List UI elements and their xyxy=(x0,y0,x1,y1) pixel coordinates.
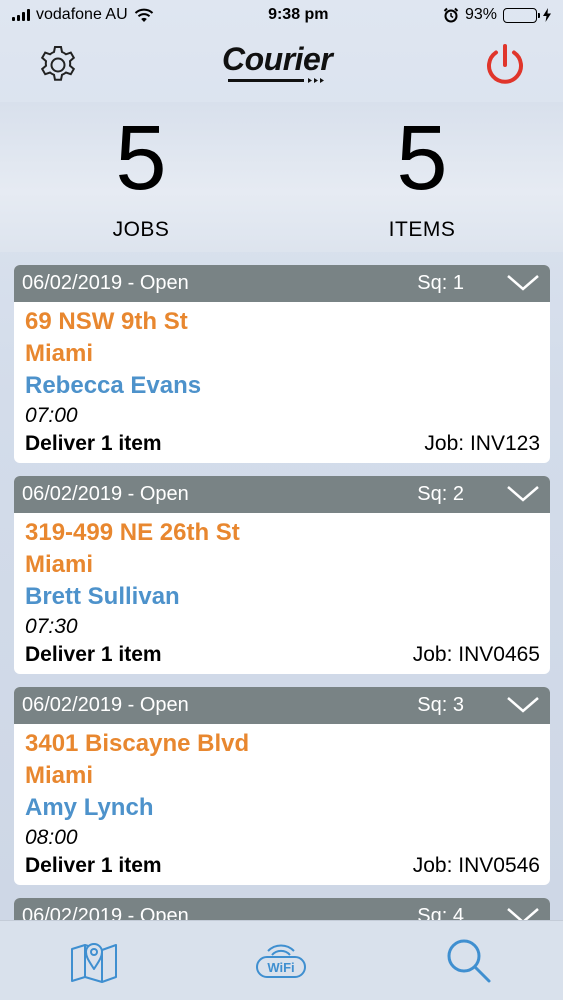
job-sequence: Sq: 4 xyxy=(417,905,464,920)
job-city: Miami xyxy=(25,551,94,578)
status-left: vodafone AU xyxy=(12,6,154,24)
items-stat: 5 ITEMS xyxy=(322,102,522,242)
alarm-icon xyxy=(443,7,459,23)
status-bar: vodafone AU 9:38 pm 93% xyxy=(0,0,563,30)
job-sequence: Sq: 1 xyxy=(417,272,464,294)
courier-logo: Courier xyxy=(222,42,342,88)
job-number: Job: INV0465 xyxy=(412,643,540,666)
job-date-status: 06/02/2019 - Open xyxy=(22,694,189,716)
charging-icon xyxy=(543,8,551,22)
wifi-icon-text: WiFi xyxy=(267,960,294,975)
job-list[interactable]: 06/02/2019 - Open Sq: 1 69 NSW 9th St Mi… xyxy=(14,265,550,920)
job-deliver-count: Deliver 1 item xyxy=(25,854,162,877)
jobs-label: JOBS xyxy=(112,218,170,241)
job-address: 69 NSW 9th St xyxy=(25,308,188,335)
chevron-down-icon[interactable] xyxy=(506,485,540,503)
search-icon[interactable] xyxy=(443,935,495,987)
job-time: 08:00 xyxy=(25,826,78,849)
carrier-label: vodafone AU xyxy=(36,6,128,23)
power-icon[interactable] xyxy=(482,42,528,88)
map-icon[interactable] xyxy=(68,935,120,987)
job-contact-name: Brett Sullivan xyxy=(25,583,180,610)
items-label: ITEMS xyxy=(388,218,456,241)
job-time: 07:00 xyxy=(25,404,78,427)
job-contact-name: Amy Lynch xyxy=(25,794,154,821)
logo-underline xyxy=(228,78,324,83)
gear-icon[interactable] xyxy=(36,43,80,87)
job-card[interactable]: 06/02/2019 - Open Sq: 1 69 NSW 9th St Mi… xyxy=(14,265,550,463)
app-header: Courier xyxy=(0,30,563,102)
job-date-status: 06/02/2019 - Open xyxy=(22,905,189,920)
job-deliver-count: Deliver 1 item xyxy=(25,643,162,666)
job-sequence: Sq: 2 xyxy=(417,483,464,505)
summary-panel: 5 JOBS 5 ITEMS xyxy=(0,102,563,252)
signal-icon xyxy=(12,9,30,21)
job-card-header[interactable]: 06/02/2019 - Open Sq: 1 xyxy=(14,265,550,302)
wifi-signal-icon xyxy=(134,8,153,22)
job-card-body[interactable]: 3401 Biscayne Blvd Miami Amy Lynch 08:00… xyxy=(14,724,550,885)
job-number: Job: INV123 xyxy=(424,432,540,455)
job-address: 3401 Biscayne Blvd xyxy=(25,730,250,757)
jobs-count: 5 xyxy=(115,107,167,209)
job-card-header[interactable]: 06/02/2019 - Open Sq: 2 xyxy=(14,476,550,513)
job-card[interactable]: 06/02/2019 - Open Sq: 3 3401 Biscayne Bl… xyxy=(14,687,550,885)
job-time: 07:30 xyxy=(25,615,78,638)
job-city: Miami xyxy=(25,762,94,789)
job-contact-name: Rebecca Evans xyxy=(25,372,202,399)
clock: 9:38 pm xyxy=(268,6,329,23)
battery-icon xyxy=(503,7,540,23)
job-card-header[interactable]: 06/02/2019 - Open Sq: 3 xyxy=(14,687,550,724)
logo-text: Courier xyxy=(222,41,333,77)
job-deliver-count: Deliver 1 item xyxy=(25,432,162,455)
status-right: 93% xyxy=(443,6,551,24)
job-footer: Deliver 1 item Job: INV0546 xyxy=(25,852,540,880)
battery-percent: 93% xyxy=(464,6,497,23)
job-date-status: 06/02/2019 - Open xyxy=(22,483,189,505)
chevron-down-icon[interactable] xyxy=(506,274,540,292)
tab-bar: WiFi xyxy=(0,920,563,1000)
chevron-down-icon[interactable] xyxy=(506,696,540,714)
job-date-status: 06/02/2019 - Open xyxy=(22,272,189,294)
job-number: Job: INV0546 xyxy=(412,854,540,877)
job-card-body[interactable]: 319-499 NE 26th St Miami Brett Sullivan … xyxy=(14,513,550,674)
wifi-icon[interactable]: WiFi xyxy=(255,935,307,987)
job-address: 319-499 NE 26th St xyxy=(25,519,240,546)
job-card-header[interactable]: 06/02/2019 - Open Sq: 4 xyxy=(14,898,550,920)
job-card[interactable]: 06/02/2019 - Open Sq: 2 319-499 NE 26th … xyxy=(14,476,550,674)
job-footer: Deliver 1 item Job: INV0465 xyxy=(25,641,540,669)
job-card[interactable]: 06/02/2019 - Open Sq: 4 xyxy=(14,898,550,920)
jobs-stat: 5 JOBS xyxy=(41,102,241,242)
items-count: 5 xyxy=(396,107,448,209)
job-footer: Deliver 1 item Job: INV123 xyxy=(25,430,540,458)
chevron-down-icon[interactable] xyxy=(506,907,540,920)
job-city: Miami xyxy=(25,340,94,367)
job-sequence: Sq: 3 xyxy=(417,694,464,716)
job-card-body[interactable]: 69 NSW 9th St Miami Rebecca Evans 07:00 … xyxy=(14,302,550,463)
